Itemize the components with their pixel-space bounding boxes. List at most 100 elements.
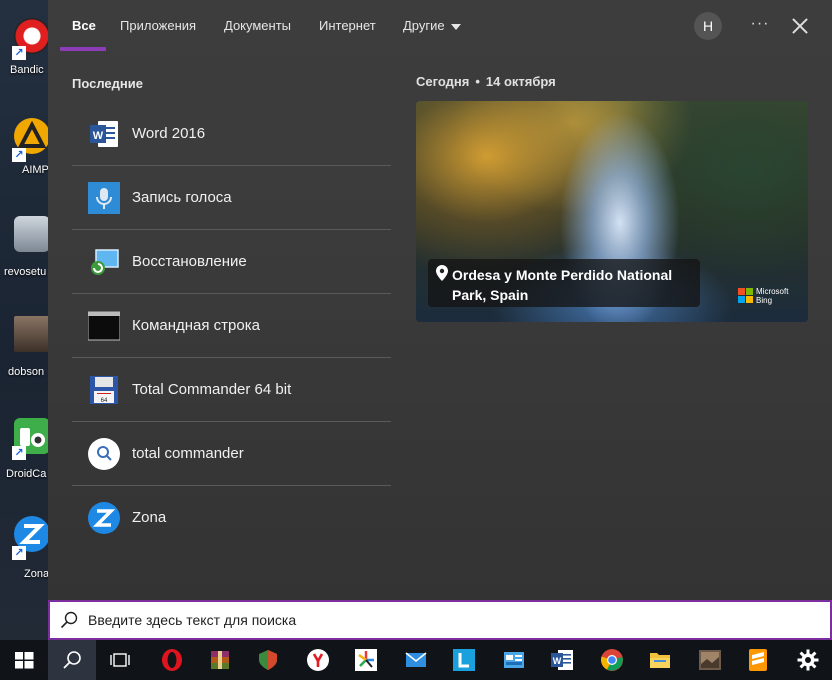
location-pin-icon [436,265,448,281]
bing-brand-line1: Microsoft [756,287,789,296]
desktop-shortcut-label: AIMP [22,164,48,176]
sublime-text-icon [749,649,767,671]
winrar-button[interactable] [196,640,244,680]
shortcut-arrow-icon: ↗ [12,446,26,460]
letter-l-icon [453,649,475,671]
recent-item-zona[interactable]: Zona [72,486,391,549]
recent-item-voice-recorder[interactable]: Запись голоса [72,166,391,230]
shield-app-icon [259,650,277,670]
control-panel-button[interactable] [490,640,538,680]
today-date: 14 октября [485,74,556,89]
chrome-button[interactable] [588,640,636,680]
taskbar-search-box[interactable] [48,600,832,640]
chrome-icon [601,649,623,671]
explorer-button[interactable] [636,640,684,680]
image-viewer-button[interactable] [686,640,734,680]
search-input[interactable] [88,609,788,631]
recent-item-command-prompt[interactable]: Командная строка [72,294,391,358]
bing-image-card[interactable]: Ordesa y Monte Perdido National Park, Sp… [416,101,808,322]
recent-section-title: Последние [72,76,143,91]
search-button[interactable] [48,640,96,680]
search-icon [63,651,81,669]
recent-item-label: Командная строка [132,317,260,334]
gear-icon [797,649,819,671]
recent-item-label: Восстановление [132,253,247,270]
word-button[interactable]: W [538,640,586,680]
recent-item-label: total commander [132,445,244,462]
image-viewer-icon [699,650,721,670]
start-button[interactable] [0,640,48,680]
svg-text:W: W [93,130,104,142]
search-icon [60,611,78,629]
shortcut-image-icon [14,316,48,352]
recent-item-label: Запись голоса [132,189,232,206]
image-caption[interactable]: Ordesa y Monte Perdido National Park, Sp… [428,259,700,307]
control-panel-icon [504,652,524,668]
recent-item-label: Total Commander 64 bit [132,381,292,398]
desktop-shortcut-bandicam[interactable]: ↗ Bandic [0,14,48,104]
close-icon[interactable] [788,14,812,38]
desktop-shortcut-droidcam[interactable]: ↗ DroidCa [0,412,48,502]
windows-logo-icon [15,652,34,669]
desktop-shortcut-label: Zona [24,568,48,580]
yandex-browser-icon [307,649,329,671]
tab-web[interactable]: Интернет [319,18,376,33]
photo-app-button[interactable] [342,640,390,680]
tab-more-label: Другие [403,18,445,33]
recent-item-word[interactable]: W Word 2016 [72,102,391,166]
tab-all[interactable]: Все [72,18,96,33]
bing-brand-line2: Bing [756,296,773,305]
voice-recorder-icon [88,182,120,214]
mail-button[interactable] [392,640,440,680]
bing-brand-text: Microsoft Bing [756,287,788,305]
desktop-shortcut-zona[interactable]: ↗ Zona [0,512,48,602]
recent-item-recovery[interactable]: Восстановление [72,230,391,294]
today-header: Сегодня • 14 октября [416,74,556,89]
desktop-shortcut-aimp[interactable]: ↗ AIMP [0,116,48,206]
svg-text:64: 64 [101,398,108,404]
zona-icon [88,502,120,534]
desktop-shortcut-label: Bandic [10,64,44,76]
recovery-icon [88,246,120,278]
app-shield-button[interactable] [244,640,292,680]
yandex-browser-button[interactable] [294,640,342,680]
desktop-shortcut-label: revosetu [4,266,47,278]
shortcut-arrow-icon: ↗ [12,46,26,60]
today-label: Сегодня [416,74,470,89]
sublime-button[interactable] [734,640,782,680]
desktop-shortcut-label: dobson [8,366,45,378]
pinwheel-app-icon [355,649,377,671]
tab-more[interactable]: Другие [403,18,461,33]
recent-item-total-commander[interactable]: 64 Total Commander 64 bit [72,358,391,422]
more-options-button[interactable]: ··· [748,12,772,40]
recent-list: W Word 2016 Запись голоса Восстановление… [72,102,391,549]
account-avatar[interactable]: Н [694,12,722,40]
desktop: ↗ Bandic ↗ AIMP revosetu dobson ↗ DroidC… [0,0,48,640]
tab-apps[interactable]: Приложения [120,18,196,33]
tab-documents[interactable]: Документы [224,18,291,33]
svg-text:W: W [553,656,562,666]
active-tab-indicator [60,47,106,51]
lingvo-button[interactable] [440,640,488,680]
winrar-icon [211,651,229,669]
microsoft-logo-icon [738,288,754,304]
taskbar: W [0,640,832,680]
opera-button[interactable] [148,640,196,680]
search-panel: Все Приложения Документы Интернет Другие… [48,0,832,600]
desktop-shortcut-revo[interactable]: revosetu [0,212,48,302]
mail-icon [405,652,427,667]
settings-button[interactable] [784,640,832,680]
opera-icon [162,649,182,671]
word-icon: W [551,650,573,670]
desktop-shortcut-dobson[interactable]: dobson [0,312,48,402]
chevron-down-icon [450,23,461,30]
word-icon: W [88,118,120,150]
task-view-button[interactable] [96,640,144,680]
recent-item-label: Zona [132,509,167,526]
folder-icon [650,653,670,668]
image-caption-text: Ordesa y Monte Perdido National Park, Sp… [452,267,673,303]
recent-item-web-search[interactable]: total commander [72,422,391,486]
shortcut-arrow-icon: ↗ [12,546,26,560]
revo-uninstaller-icon [14,216,48,252]
task-view-icon [110,653,130,667]
